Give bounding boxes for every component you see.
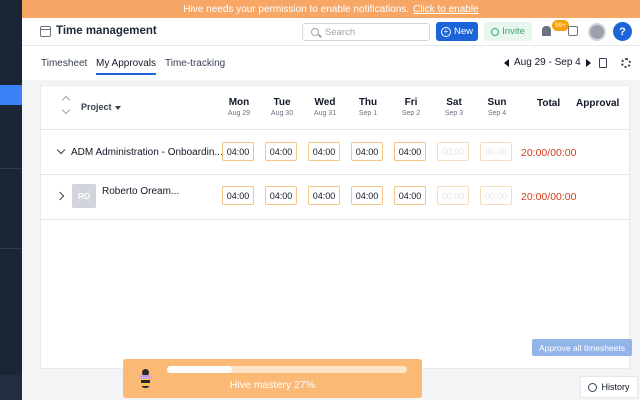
day-header: Wed Aug 31 xyxy=(313,97,337,117)
row-total: 20:00/00:00 xyxy=(521,147,577,159)
user-avatar[interactable] xyxy=(588,23,606,41)
bell-icon[interactable] xyxy=(542,26,551,36)
next-week-icon[interactable] xyxy=(585,58,591,67)
project-column-header[interactable]: Project xyxy=(81,102,121,112)
history-button[interactable]: History xyxy=(580,376,638,398)
search-icon xyxy=(311,28,319,36)
expand-row-icon[interactable] xyxy=(55,191,65,201)
collapse-row-icon[interactable] xyxy=(56,145,66,155)
invite-button-label: Invite xyxy=(502,26,525,37)
time-cell-mon[interactable]: 04:00 xyxy=(222,142,254,161)
time-cell-tue[interactable]: 04:00 xyxy=(265,142,297,161)
sidebar-divider xyxy=(0,168,22,169)
sidebar-divider xyxy=(0,248,22,249)
history-icon xyxy=(588,382,598,392)
clipboard-icon[interactable] xyxy=(599,58,607,68)
day-header: Mon Aug 29 xyxy=(227,97,251,117)
active-tab-underline xyxy=(96,73,157,75)
time-cell-thu[interactable]: 04:00 xyxy=(351,142,383,161)
search-placeholder: Search xyxy=(325,27,356,38)
notification-permission-bar: Hive needs your permission to enable not… xyxy=(22,0,640,18)
enable-notifications-link[interactable]: Click to enable xyxy=(413,4,479,15)
calendar-icon xyxy=(40,26,51,37)
invite-button[interactable]: Invite xyxy=(484,22,532,41)
person-icon xyxy=(491,27,500,36)
total-column-header: Total xyxy=(537,98,561,109)
row-divider xyxy=(41,219,629,220)
sidebar-bottom-item[interactable] xyxy=(0,375,22,400)
time-cell-mon[interactable]: 04:00 xyxy=(222,186,254,205)
new-button[interactable]: + New xyxy=(436,22,478,41)
avatar: RO xyxy=(72,184,96,208)
time-cell-fri[interactable]: 04:00 xyxy=(394,186,426,205)
sub-navigation: Timesheet My Approvals Time-tracking Aug… xyxy=(22,46,640,80)
user-row-name[interactable]: Roberto Oream... xyxy=(102,186,179,197)
time-cell-fri[interactable]: 04:00 xyxy=(394,142,426,161)
chevron-up-icon xyxy=(61,95,71,105)
sort-toggle[interactable] xyxy=(61,95,71,115)
header-divider xyxy=(41,129,629,130)
chevron-down-icon xyxy=(61,105,71,115)
mastery-progress-fill xyxy=(167,366,232,373)
approval-column-header: Approval xyxy=(576,98,620,109)
time-cell-wed[interactable]: 04:00 xyxy=(308,142,340,161)
notification-count-badge: 99+ xyxy=(552,20,570,31)
day-header: Fri Sep 2 xyxy=(401,97,421,117)
tab-my-approvals[interactable]: My Approvals xyxy=(96,58,157,75)
project-row-title[interactable]: ADM Administration - Onboardin... xyxy=(71,147,223,158)
page-header: Time management Search + New Invite 99+ … xyxy=(22,18,640,46)
caret-down-icon xyxy=(114,105,121,110)
week-navigator: Aug 29 - Sep 4 xyxy=(504,57,591,68)
tab-time-tracking[interactable]: Time-tracking xyxy=(165,58,225,69)
tab-timesheet[interactable]: Timesheet xyxy=(41,58,87,69)
approve-all-timesheets-button[interactable]: Approve all timesheets xyxy=(532,339,632,356)
week-range: Aug 29 - Sep 4 xyxy=(514,57,581,68)
inbox-icon[interactable] xyxy=(568,26,578,36)
row-total: 20:00/00:00 xyxy=(521,191,577,203)
help-button[interactable]: ? xyxy=(613,22,632,41)
time-cell-sun[interactable]: 00:00 xyxy=(480,142,512,161)
time-cell-sun[interactable]: 00:00 xyxy=(480,186,512,205)
time-cell-sat[interactable]: 00:00 xyxy=(437,186,469,205)
mastery-label: Hive mastery 27% xyxy=(229,379,316,391)
sidebar-active-item[interactable] xyxy=(0,85,22,105)
day-header: Thu Sep 1 xyxy=(358,97,378,117)
day-header: Sat Sep 3 xyxy=(444,97,464,117)
page-title: Time management xyxy=(56,25,157,37)
day-header: Tue Aug 30 xyxy=(270,97,294,117)
time-cell-thu[interactable]: 04:00 xyxy=(351,186,383,205)
time-cell-sat[interactable]: 00:00 xyxy=(437,142,469,161)
previous-week-icon[interactable] xyxy=(504,58,509,67)
new-button-label: New xyxy=(453,26,473,37)
time-cell-wed[interactable]: 04:00 xyxy=(308,186,340,205)
time-cell-tue[interactable]: 04:00 xyxy=(265,186,297,205)
day-header: Sun Sep 4 xyxy=(487,97,507,117)
hive-mastery-banner[interactable]: Hive mastery 27% xyxy=(123,359,422,398)
row-divider xyxy=(41,174,629,175)
approvals-table: Project Mon Aug 29 Tue Aug 30 Wed Aug 31 Th… xyxy=(40,85,632,369)
history-label: History xyxy=(601,382,630,392)
plus-icon: + xyxy=(440,26,451,37)
search-input[interactable]: Search xyxy=(302,23,430,41)
notification-message: Hive needs your permission to enable not… xyxy=(183,3,410,15)
left-sidebar xyxy=(0,0,22,400)
gear-icon[interactable] xyxy=(621,58,631,68)
mastery-progress-track xyxy=(167,366,407,373)
